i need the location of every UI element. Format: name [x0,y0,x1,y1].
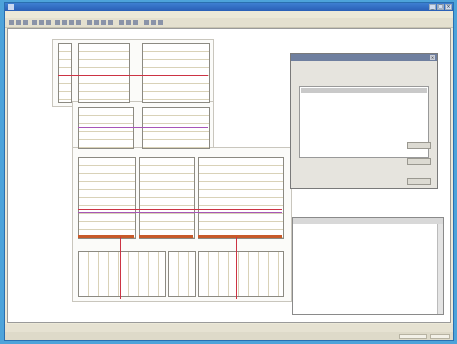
panel-low-c[interactable] [198,157,284,239]
tool-8-icon[interactable] [62,20,67,25]
tool-12-icon[interactable] [94,20,99,25]
tool-7-icon[interactable] [55,20,60,25]
beam-a [78,235,134,238]
tool-3-icon[interactable] [23,20,28,25]
section-line-mid [78,127,208,128]
tool-18-icon[interactable] [144,20,149,25]
panel-mid-b[interactable] [142,107,210,149]
section-line-vertical-b [236,237,237,299]
dialog-button-2[interactable] [407,158,431,165]
title-bar[interactable]: _ □ × [5,3,453,11]
panel-bottom-a[interactable] [78,251,166,297]
panel-mid-a[interactable] [78,107,134,149]
console-window [292,217,444,315]
panel-bottom-c[interactable] [198,251,284,297]
section-line-low-red [78,209,282,210]
console-output [297,226,427,301]
application-window: _ □ × × [4,2,454,341]
tool-6-icon[interactable] [46,20,51,25]
tool-17-icon[interactable] [133,20,138,25]
panel-low-b[interactable] [139,157,195,239]
panel-low-a[interactable] [78,157,136,239]
tool-19-icon[interactable] [151,20,156,25]
close-button[interactable]: × [445,4,452,10]
status-field [430,334,450,339]
panel-top-b[interactable] [142,43,210,103]
tool-11-icon[interactable] [87,20,92,25]
tool-5-icon[interactable] [39,20,44,25]
status-bar [5,324,453,332]
status-field [399,334,427,339]
tool-15-icon[interactable] [119,20,124,25]
panel-bottom-b[interactable] [168,251,196,297]
status-bar-secondary [5,332,453,340]
section-line-vertical-a [120,237,121,299]
tool-10-icon[interactable] [76,20,81,25]
console-title-bar[interactable] [293,218,443,224]
section-line-top [58,75,208,76]
dialog-button-1[interactable] [407,142,431,149]
maximize-button[interactable]: □ [437,4,444,10]
tool-20-icon[interactable] [158,20,163,25]
list-selection [301,88,427,93]
minimize-button[interactable]: _ [429,4,436,10]
tool-1-icon[interactable] [9,20,14,25]
beam-c [198,235,282,238]
dialog-title [291,54,437,61]
dialog-button-3[interactable] [407,178,431,185]
tool-2-icon[interactable] [16,20,21,25]
tool-14-icon[interactable] [108,20,113,25]
toolbar [5,18,453,28]
tool-13-icon[interactable] [101,20,106,25]
app-icon [8,4,14,10]
panel-narrow[interactable] [58,43,72,103]
tool-9-icon[interactable] [69,20,74,25]
dialog-close-button[interactable]: × [430,55,435,60]
menu-bar [5,11,453,18]
panel-top-a[interactable] [78,43,130,103]
section-line-low-purple [78,212,282,213]
console-scrollbar[interactable] [437,224,443,314]
beam-b [139,235,193,238]
tool-16-icon[interactable] [126,20,131,25]
desktop-background: _ □ × × [0,0,457,344]
tool-4-icon[interactable] [32,20,37,25]
properties-dialog: × [290,53,438,189]
